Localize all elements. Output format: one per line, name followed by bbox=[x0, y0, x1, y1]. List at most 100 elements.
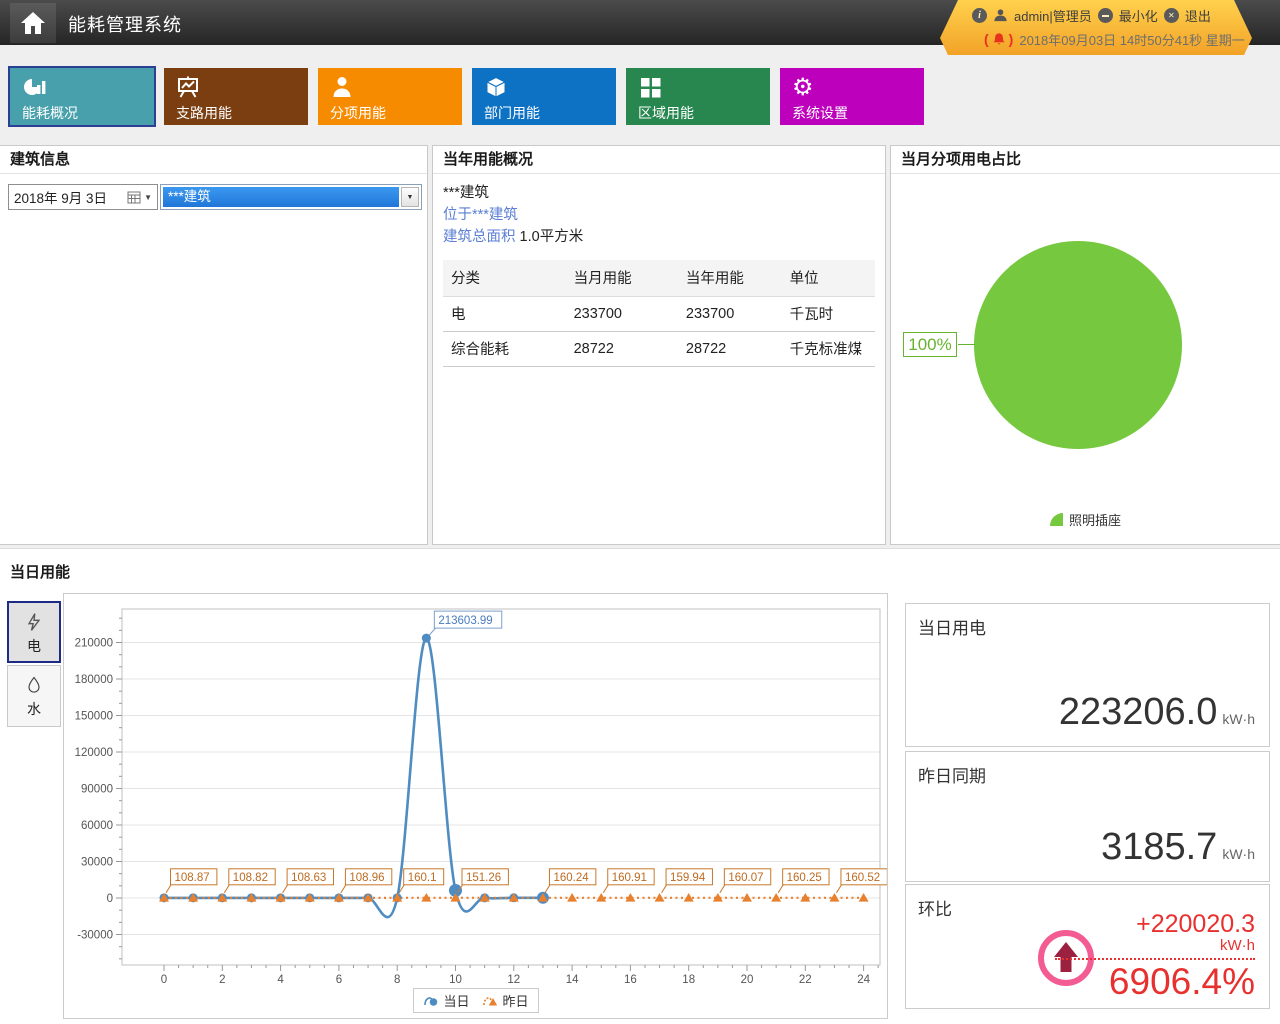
tab-electricity-label: 电 bbox=[9, 636, 59, 656]
daily-energy-section: 当日用能 电 水 -300000300006000090000120000150… bbox=[0, 548, 1280, 1024]
table-header-row: 分类 当月用能 当年用能 单位 bbox=[443, 260, 875, 296]
nav-tile-label: 能耗概况 bbox=[22, 103, 78, 123]
minimize-label[interactable]: 最小化 bbox=[1119, 6, 1158, 25]
svg-text:12: 12 bbox=[507, 974, 520, 986]
svg-text:108.63: 108.63 bbox=[291, 872, 326, 884]
close-icon[interactable]: ✕ bbox=[1164, 8, 1179, 23]
svg-text:160.24: 160.24 bbox=[553, 872, 589, 884]
svg-text:24: 24 bbox=[857, 974, 870, 986]
pie-legend-swatch bbox=[1050, 513, 1063, 526]
svg-text:150000: 150000 bbox=[75, 711, 113, 723]
legend-yesterday[interactable]: 昨日 bbox=[482, 991, 529, 1010]
cell: 233700 bbox=[685, 296, 789, 331]
nav-tile-energy-overview[interactable]: 能耗概况 bbox=[10, 68, 154, 125]
calendar-icon[interactable] bbox=[127, 190, 141, 204]
svg-text:18: 18 bbox=[682, 974, 695, 986]
year-overview-title: 当年用能概况 bbox=[433, 146, 885, 174]
table-row: 电 233700 233700 千瓦时 bbox=[443, 296, 875, 331]
logout-label[interactable]: 退出 bbox=[1185, 6, 1211, 25]
svg-text:2: 2 bbox=[219, 974, 225, 986]
alarm-paren: ( bbox=[984, 31, 989, 47]
building-info-title: 建筑信息 bbox=[0, 146, 427, 174]
nav-tile-area-energy[interactable]: 区域用能 bbox=[626, 68, 770, 125]
pie-chart[interactable] bbox=[974, 241, 1182, 449]
card-title: 昨日同期 bbox=[906, 752, 1269, 787]
daily-chart-panel: -300000300006000090000120000150000180000… bbox=[63, 593, 888, 1019]
alarm-paren2: ) bbox=[1009, 31, 1014, 47]
area-value: 1.0平方米 bbox=[520, 229, 584, 245]
energy-table: 分类 当月用能 当年用能 单位 电 233700 233700 千瓦时 综合能耗… bbox=[443, 260, 875, 367]
cell: 综合能耗 bbox=[443, 331, 573, 366]
daily-line-chart[interactable]: -300000300006000090000120000150000180000… bbox=[64, 594, 887, 1018]
svg-text:160.07: 160.07 bbox=[728, 872, 763, 884]
cell: 28722 bbox=[685, 331, 789, 366]
pie-panel: 当月分项用电占比 100% 照明插座 bbox=[890, 145, 1280, 545]
svg-text:160.52: 160.52 bbox=[845, 872, 880, 884]
pie-legend[interactable]: 照明插座 bbox=[891, 510, 1280, 529]
table-row: 综合能耗 28722 28722 千克标准煤 bbox=[443, 331, 875, 366]
tab-water[interactable]: 水 bbox=[7, 665, 61, 727]
water-drop-icon bbox=[8, 671, 60, 699]
svg-text:108.96: 108.96 bbox=[349, 872, 384, 884]
home-button[interactable] bbox=[10, 3, 56, 43]
ratio-percent-value: 6906.4% bbox=[1055, 962, 1255, 1002]
cell: 千瓦时 bbox=[789, 296, 875, 331]
card-today-usage: 当日用电 223206.0kW·h bbox=[905, 603, 1270, 747]
nav-tile-branch-energy[interactable]: 支路用能 bbox=[164, 68, 308, 125]
svg-text:160.25: 160.25 bbox=[787, 872, 822, 884]
minimize-icon[interactable] bbox=[1098, 8, 1113, 23]
svg-text:90000: 90000 bbox=[81, 784, 113, 796]
chart-legend[interactable]: 当日 昨日 bbox=[412, 988, 538, 1013]
year-overview-panel: 当年用能概况 ***建筑 位于***建筑 建筑总面积 1.0平方米 分类 当月用… bbox=[432, 145, 886, 545]
svg-text:30000: 30000 bbox=[81, 857, 113, 869]
building-area-line: 建筑总面积 1.0平方米 bbox=[443, 226, 875, 248]
svg-text:108.87: 108.87 bbox=[175, 872, 210, 884]
tab-electricity[interactable]: 电 bbox=[7, 601, 61, 663]
legend-yesterday-label: 昨日 bbox=[503, 991, 529, 1010]
info-icon[interactable]: i bbox=[972, 8, 987, 23]
daily-energy-title: 当日用能 bbox=[0, 549, 1280, 582]
person-icon bbox=[330, 74, 354, 100]
alarm-bell-icon[interactable] bbox=[992, 32, 1006, 47]
svg-text:159.94: 159.94 bbox=[670, 872, 706, 884]
building-select[interactable]: ***建筑 ▼ bbox=[160, 184, 422, 210]
card-ratio: 环比 +220020.3 kW·h 6906.4% bbox=[905, 884, 1270, 1009]
ratio-divider bbox=[1055, 958, 1255, 960]
select-dropdown-arrow[interactable]: ▼ bbox=[401, 187, 419, 207]
date-value: 2018年 9月 3日 bbox=[14, 187, 107, 207]
nav-tile-label: 区域用能 bbox=[638, 103, 694, 123]
svg-text:-30000: -30000 bbox=[77, 930, 113, 942]
today-usage-value: 223206.0 bbox=[1059, 691, 1218, 733]
nav-tile-system-settings[interactable]: ⚙ 系统设置 bbox=[780, 68, 924, 125]
cell: 233700 bbox=[573, 296, 685, 331]
svg-text:10: 10 bbox=[449, 974, 462, 986]
nav-tile-subitem-energy[interactable]: 分项用能 bbox=[318, 68, 462, 125]
easel-chart-icon bbox=[176, 74, 200, 100]
user-label: admin|管理员 bbox=[1014, 6, 1092, 25]
cube-icon bbox=[484, 74, 508, 100]
svg-text:0: 0 bbox=[107, 893, 113, 905]
date-picker[interactable]: 2018年 9月 3日 ▼ bbox=[8, 184, 158, 210]
svg-text:180000: 180000 bbox=[75, 674, 113, 686]
building-info-panel: 建筑信息 2018年 9月 3日 ▼ ***建筑 ▼ bbox=[0, 145, 428, 545]
nav-tile-department-energy[interactable]: 部门用能 bbox=[472, 68, 616, 125]
svg-text:108.82: 108.82 bbox=[233, 872, 268, 884]
user-icon bbox=[993, 8, 1008, 23]
pie-legend-label: 照明插座 bbox=[1069, 510, 1121, 529]
pie-panel-title: 当月分项用电占比 bbox=[891, 146, 1280, 174]
datetime-label: 2018年09月03日 14时50分41秒 星期一 bbox=[1019, 30, 1244, 49]
building-name: ***建筑 bbox=[443, 182, 875, 204]
col-category: 分类 bbox=[443, 260, 573, 296]
yesterday-usage-unit: kW·h bbox=[1222, 846, 1255, 862]
gear-icon: ⚙ bbox=[792, 74, 814, 100]
grid-icon bbox=[638, 74, 662, 100]
cell: 千克标准煤 bbox=[789, 331, 875, 366]
col-month: 当月用能 bbox=[573, 260, 685, 296]
lightning-icon bbox=[9, 608, 59, 636]
cell: 电 bbox=[443, 296, 573, 331]
pie-percent-label: 100% bbox=[903, 332, 957, 357]
ratio-delta-value: +220020.3 bbox=[1055, 911, 1255, 937]
legend-today[interactable]: 当日 bbox=[422, 991, 469, 1010]
date-dropdown-arrow[interactable]: ▼ bbox=[144, 193, 152, 202]
user-ribbon: i admin|管理员 最小化 ✕ 退出 ( ) 2018年09月03日 14时… bbox=[940, 0, 1252, 55]
